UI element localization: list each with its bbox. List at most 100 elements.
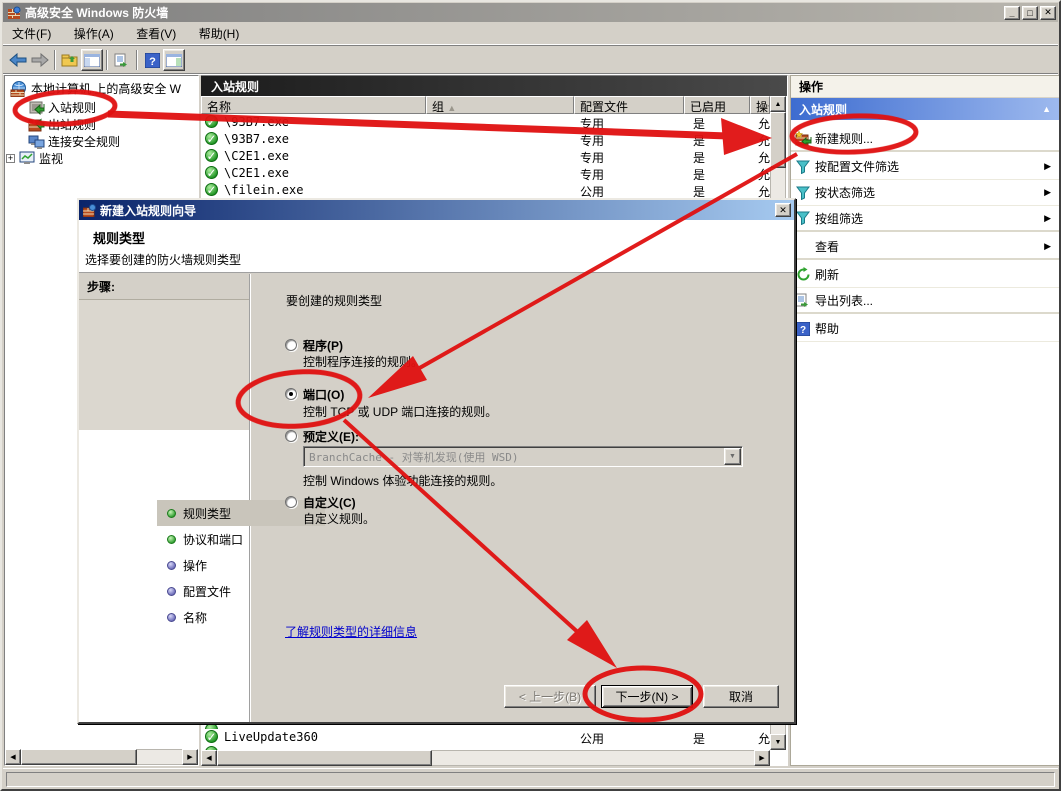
step-profile[interactable]: 配置文件 xyxy=(157,578,325,604)
dropdown-arrow-icon: ▼ xyxy=(724,448,741,465)
action-filter-by-profile[interactable]: 按配置文件筛选 ▶ xyxy=(791,154,1059,180)
wizard-page-subtitle: 选择要创建的防火墙规则类型 xyxy=(85,251,241,268)
filter-icon xyxy=(796,211,810,225)
list-scroll-up-button[interactable]: ▲ xyxy=(770,96,786,112)
step-label: 操作 xyxy=(183,557,207,574)
action-filter-by-group[interactable]: 按组筛选 ▶ xyxy=(791,206,1059,232)
menu-help[interactable]: 帮助(H) xyxy=(190,22,249,45)
back-button[interactable]: < 上一步(B) xyxy=(504,685,596,708)
dialog-titlebar[interactable]: 新建入站规则向导 ✕ xyxy=(79,200,794,220)
list-vscroll-thumb[interactable] xyxy=(770,112,786,168)
list-scroll-left-button[interactable]: ◀ xyxy=(201,750,217,766)
show-action-pane-button[interactable] xyxy=(163,49,185,71)
submenu-arrow-icon: ▶ xyxy=(1044,213,1051,224)
step-protocol-and-ports[interactable]: 协议和端口 xyxy=(157,526,325,552)
menu-view[interactable]: 查看(V) xyxy=(127,22,185,45)
menu-file[interactable]: 文件(F) xyxy=(3,22,60,45)
rule-name: \93B7.exe xyxy=(224,132,289,146)
radio-custom-label[interactable]: 自定义(C) xyxy=(303,494,356,511)
column-header-name[interactable]: 名称 xyxy=(201,96,426,114)
rule-action: 允许 xyxy=(758,132,770,148)
step-rule-type[interactable]: 规则类型 xyxy=(157,500,325,526)
tree-scroll-left-button[interactable]: ◀ xyxy=(5,749,21,765)
rule-profile: 公用 xyxy=(580,730,604,746)
radio-port[interactable] xyxy=(285,388,297,400)
next-button[interactable]: 下一步(N) > xyxy=(601,685,693,708)
tree-scroll-right-button[interactable]: ▶ xyxy=(182,749,198,765)
actions-group-bar[interactable]: 入站规则 ▲ xyxy=(791,98,1059,120)
rule-enabled-check-icon: ✓ xyxy=(205,730,218,743)
radio-custom[interactable] xyxy=(285,496,297,508)
radio-predefined[interactable] xyxy=(285,430,297,442)
toolbar-separator xyxy=(106,50,108,70)
tree-item-outbound-rules[interactable]: 出站规则 xyxy=(28,116,96,133)
cancel-button[interactable]: 取消 xyxy=(703,685,779,708)
radio-program-label[interactable]: 程序(P) xyxy=(303,337,343,354)
submenu-arrow-icon: ▶ xyxy=(1044,241,1051,252)
tree-root-node[interactable]: 本地计算机 上的高级安全 Wind xyxy=(10,80,181,97)
svg-text:?: ? xyxy=(149,56,156,68)
export-list-button[interactable] xyxy=(111,49,133,71)
rule-enabled: 是 xyxy=(693,183,705,199)
table-row[interactable]: ✓ LiveUpdate360 公用 是 允许 xyxy=(201,729,770,746)
tree-hscroll-thumb[interactable] xyxy=(21,749,137,765)
table-row[interactable]: ✓ \C2E1.exe 专用 是 允许 xyxy=(201,148,770,165)
expand-plus-icon[interactable]: + xyxy=(6,154,15,163)
close-button[interactable]: ✕ xyxy=(1040,6,1056,20)
rule-enabled: 是 xyxy=(693,149,705,165)
table-row[interactable]: ✓ \filein.exe 公用 是 允许 xyxy=(201,182,770,199)
radio-port-label[interactable]: 端口(O) xyxy=(303,386,344,403)
learn-more-link[interactable]: 了解规则类型的详细信息 xyxy=(285,623,417,640)
column-header-profile[interactable]: 配置文件 xyxy=(574,96,684,114)
action-filter-by-state[interactable]: 按状态筛选 ▶ xyxy=(791,180,1059,206)
column-header-action[interactable]: 操作 xyxy=(750,96,770,114)
step-action[interactable]: 操作 xyxy=(157,552,325,578)
list-scroll-down-button[interactable]: ▼ xyxy=(770,734,786,750)
dialog-title: 新建入站规则向导 xyxy=(100,202,196,219)
action-new-rule[interactable]: 新建规则... xyxy=(791,126,1059,152)
help-button[interactable]: ? xyxy=(141,49,163,71)
maximize-button[interactable]: □ xyxy=(1022,6,1038,20)
rule-profile: 专用 xyxy=(580,149,604,165)
tree-item-connection-security-rules[interactable]: 连接安全规则 xyxy=(28,133,120,150)
action-view[interactable]: 查看 ▶ xyxy=(791,234,1059,260)
main-titlebar[interactable]: 高级安全 Windows 防火墙 _ □ ✕ xyxy=(3,3,1058,22)
radio-predefined-desc: 控制 Windows 体验功能连接的规则。 xyxy=(303,472,502,489)
rule-name: LiveUpdate360 xyxy=(224,730,318,744)
outbound-rules-icon xyxy=(28,117,45,132)
column-header-group[interactable]: 组 ▲ xyxy=(426,96,574,114)
export-list-icon xyxy=(795,293,811,307)
action-export-list[interactable]: 导出列表... xyxy=(791,288,1059,314)
step-label: 配置文件 xyxy=(183,583,231,600)
action-label: 新建规则... xyxy=(815,130,873,147)
action-help[interactable]: ? 帮助 xyxy=(791,316,1059,342)
up-one-level-button[interactable] xyxy=(59,49,81,71)
rule-enabled-check-icon: ✓ xyxy=(205,115,218,128)
list-scroll-right-button[interactable]: ▶ xyxy=(754,750,770,766)
forward-button[interactable] xyxy=(29,49,51,71)
firewall-root-icon xyxy=(10,81,28,97)
show-console-tree-button[interactable] xyxy=(81,49,103,71)
menu-action[interactable]: 操作(A) xyxy=(65,22,123,45)
rule-profile: 专用 xyxy=(580,132,604,148)
back-button[interactable] xyxy=(7,49,29,71)
tree-root-label: 本地计算机 上的高级安全 Wind xyxy=(31,80,181,97)
list-hscroll-thumb[interactable] xyxy=(217,750,432,766)
table-row[interactable]: ✓ \93B7.exe 专用 是 允许 xyxy=(201,114,770,131)
collapse-chevron-icon[interactable]: ▲ xyxy=(1042,104,1051,114)
column-header-enabled[interactable]: 已启用 xyxy=(684,96,750,114)
table-row[interactable]: ✓ \C2E1.exe 专用 是 允许 xyxy=(201,165,770,182)
step-bullet-icon xyxy=(167,561,176,570)
new-inbound-rule-wizard-dialog: 新建入站规则向导 ✕ 规则类型 选择要创建的防火墙规则类型 步骤: 规则类型 协… xyxy=(77,198,796,724)
dialog-close-button[interactable]: ✕ xyxy=(775,203,791,217)
radio-program[interactable] xyxy=(285,339,297,351)
console-tree-icon xyxy=(84,54,100,67)
action-refresh[interactable]: 刷新 xyxy=(791,262,1059,288)
action-label: 刷新 xyxy=(815,266,839,283)
tree-item-monitoring[interactable]: + 监视 xyxy=(6,150,63,167)
action-label: 导出列表... xyxy=(815,292,873,309)
minimize-button[interactable]: _ xyxy=(1004,6,1020,20)
table-row[interactable]: ✓ \93B7.exe 专用 是 允许 xyxy=(201,131,770,148)
tree-item-inbound-rules[interactable]: 入站规则 xyxy=(28,99,96,116)
radio-predefined-label[interactable]: 预定义(E): xyxy=(303,428,359,445)
